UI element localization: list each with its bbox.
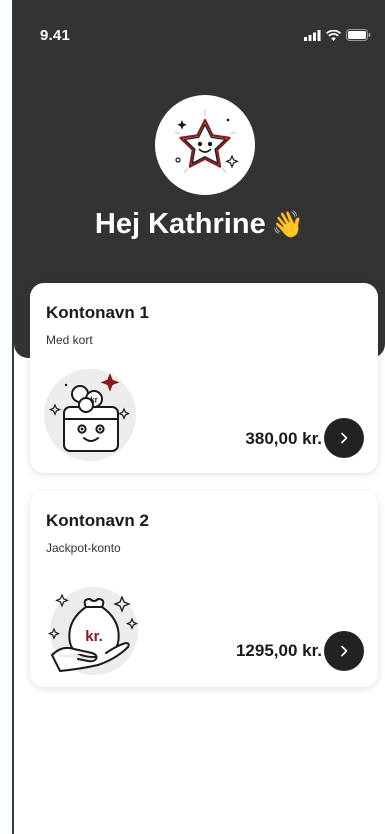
wallet-coins-icon: kr bbox=[44, 369, 136, 461]
greeting-text: Hej Kathrine bbox=[94, 208, 266, 240]
wifi-icon bbox=[326, 29, 341, 41]
phone-frame: 9.41 Hej Kathrine 👋 Kontonavn 1 Med kort… bbox=[12, 0, 385, 834]
star-face-icon bbox=[173, 110, 239, 174]
chevron-right-icon bbox=[341, 432, 348, 444]
signal-icon bbox=[304, 29, 321, 41]
status-bar: 9.41 bbox=[14, 0, 385, 44]
account-name: Kontonavn 1 bbox=[46, 303, 149, 322]
chevron-right-icon bbox=[341, 645, 348, 657]
account-balance: 380,00 kr. bbox=[245, 429, 322, 448]
money-bag-hand-icon: kr. bbox=[47, 587, 139, 675]
account-card-1[interactable]: Kontonavn 1 Med kort kr 380,00 kr. bbox=[30, 283, 378, 473]
greeting: Hej Kathrine 👋 bbox=[14, 208, 385, 241]
account-type: Jackpot-konto bbox=[46, 541, 121, 555]
open-account-button[interactable] bbox=[324, 418, 364, 458]
account-type: Med kort bbox=[46, 333, 93, 347]
coin-label: kr bbox=[90, 396, 98, 405]
status-time: 9.41 bbox=[40, 27, 70, 44]
waving-hand-icon: 👋 bbox=[271, 209, 305, 239]
account-balance: 1295,00 kr. bbox=[235, 641, 322, 660]
status-icons bbox=[304, 29, 371, 41]
bag-label: kr. bbox=[85, 628, 103, 645]
account-name: Kontonavn 2 bbox=[46, 511, 149, 530]
account-card-2[interactable]: Kontonavn 2 Jackpot-konto kr. 1295,00 kr… bbox=[30, 491, 378, 687]
open-account-button[interactable] bbox=[324, 631, 364, 671]
battery-icon bbox=[346, 29, 371, 41]
avatar[interactable] bbox=[155, 95, 255, 195]
